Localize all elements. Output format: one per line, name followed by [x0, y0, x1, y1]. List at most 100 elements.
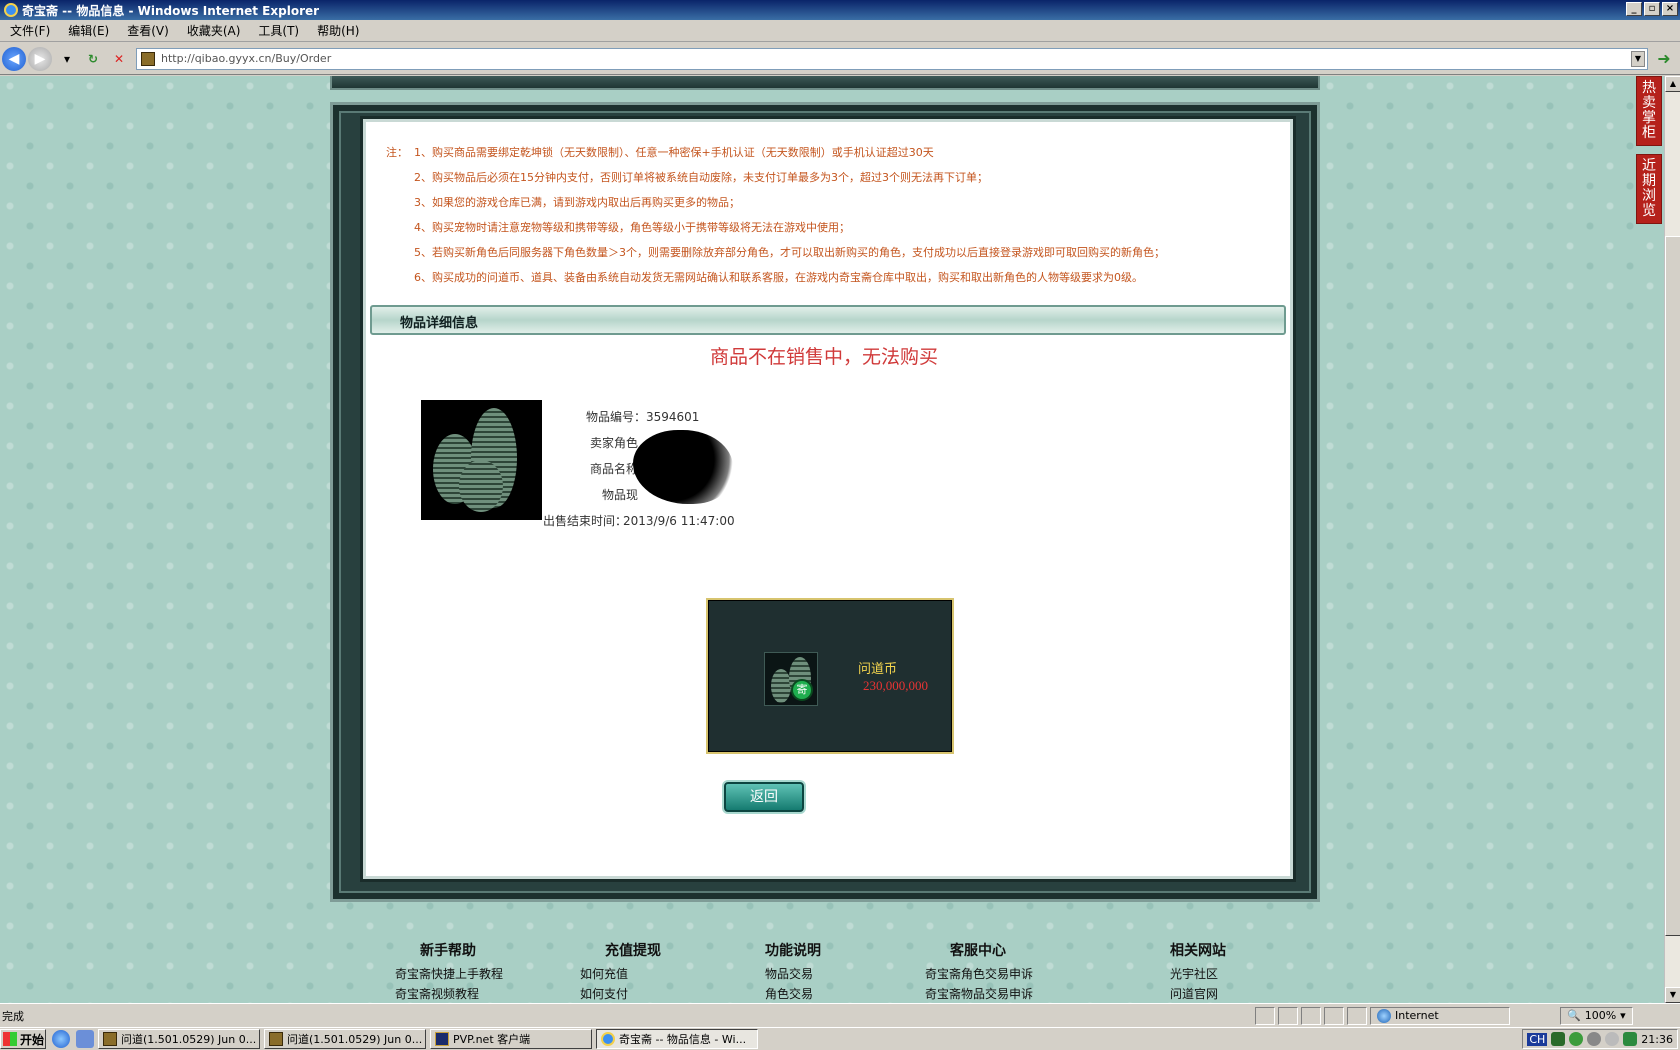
refresh-icon[interactable]: ↻: [83, 49, 103, 69]
scroll-thumb[interactable]: [1665, 236, 1680, 936]
site-favicon-icon: [141, 51, 155, 66]
scroll-down-icon[interactable]: ▼: [1665, 987, 1680, 1003]
status-segment: [1255, 1006, 1275, 1025]
start-button[interactable]: 开始: [0, 1029, 46, 1049]
tray-app-icon[interactable]: [1569, 1032, 1584, 1046]
purchase-notes: 注： 1、购买商品需要绑定乾坤锁（无天数限制）、任意一种密保+手机认证（无天数限制…: [386, 140, 1266, 290]
close-button[interactable]: ×: [1662, 2, 1678, 16]
footer-heading: 充值提现: [605, 943, 661, 959]
consign-badge: 寄: [791, 679, 813, 701]
stop-icon[interactable]: ✕: [109, 49, 129, 69]
quicklaunch-ie-icon[interactable]: [52, 1030, 70, 1048]
go-arrow-icon[interactable]: ➜: [1654, 49, 1674, 69]
note-line: 3、如果您的游戏仓库已满，请到游戏内取出后再购买更多的物品；: [414, 196, 740, 209]
menu-file[interactable]: 文件(F): [10, 22, 50, 39]
recently-viewed-tab[interactable]: 近期浏览: [1636, 154, 1662, 224]
minimize-button[interactable]: _: [1626, 2, 1642, 16]
coin-stack-shape: [771, 669, 791, 703]
taskbar-item[interactable]: 问道(1.501.0529) Jun 0...: [98, 1029, 260, 1049]
page-content: 注： 1、购买商品需要绑定乾坤锁（无天数限制）、任意一种密保+手机认证（无天数限制…: [0, 76, 1664, 1003]
side-tabs: 热卖掌柜 近期浏览: [1636, 76, 1662, 232]
footer-link[interactable]: 角色交易: [765, 984, 821, 1003]
footer-link[interactable]: 奇宝斋角色交易申诉: [925, 964, 1033, 984]
taskbar-item[interactable]: PVP.net 客户端: [430, 1029, 592, 1049]
start-label: 开始: [20, 1032, 45, 1047]
tray-app-icon[interactable]: [1605, 1032, 1620, 1046]
address-dropdown-icon[interactable]: ▼: [1631, 50, 1645, 67]
menu-tools[interactable]: 工具(T): [258, 22, 299, 39]
footer-link[interactable]: 奇宝斋快捷上手教程: [395, 964, 503, 984]
tray-app-icon[interactable]: [1551, 1032, 1566, 1046]
back-icon[interactable]: ◀: [2, 46, 26, 71]
title-bar: 奇宝斋 -- 物品信息 - Windows Internet Explorer …: [0, 0, 1680, 20]
ie-logo-icon: [4, 3, 18, 17]
windows-flag-icon: [3, 1032, 17, 1046]
status-segment: [1301, 1006, 1321, 1025]
language-indicator[interactable]: CH: [1527, 1032, 1548, 1046]
menu-edit[interactable]: 编辑(E): [68, 22, 109, 39]
status-bar: 完成 Internet 🔍 100% ▾: [0, 1003, 1680, 1027]
taskbar-item[interactable]: 问道(1.501.0529) Jun 0...: [264, 1029, 426, 1049]
system-tray: CH 21:36: [1522, 1029, 1678, 1049]
item-image: [421, 400, 542, 520]
item-status-label: 物品现: [601, 488, 638, 502]
footer-link[interactable]: 奇宝斋视频教程: [395, 984, 503, 1003]
address-input[interactable]: http://qibao.gyyx.cn/Buy/Order ▼: [136, 47, 1648, 70]
note-line: 2、购买物品后必须在15分钟内支付，否则订单将被系统自动废除，未支付订单最多为3…: [414, 171, 988, 184]
footer-link[interactable]: 物品交易: [765, 964, 821, 984]
zoom-control[interactable]: 🔍 100% ▾: [1560, 1006, 1633, 1025]
status-segment: [1324, 1006, 1344, 1025]
address-url: http://qibao.gyyx.cn/Buy/Order: [161, 52, 332, 65]
menu-bar: 文件(F) 编辑(E) 查看(V) 收藏夹(A) 工具(T) 帮助(H): [0, 20, 1680, 42]
zone-label: Internet: [1395, 1009, 1439, 1022]
footer-col-sites: 相关网站 光宇社区 问道官网: [1170, 940, 1226, 1003]
footer-link[interactable]: 如何支付: [580, 984, 661, 1003]
forward-icon[interactable]: ▶: [28, 46, 52, 71]
footer-heading: 功能说明: [765, 943, 821, 959]
hot-sellers-tab[interactable]: 热卖掌柜: [1636, 76, 1662, 146]
tray-app-icon[interactable]: [1587, 1032, 1602, 1046]
footer-col-help: 新手帮助 奇宝斋快捷上手教程 奇宝斋视频教程: [395, 940, 503, 1003]
window-title: 奇宝斋 -- 物品信息 - Windows Internet Explorer: [22, 3, 320, 18]
status-segment: [1278, 1006, 1298, 1025]
taskbar-item-active[interactable]: 奇宝斋 -- 物品信息 - Wi...: [596, 1029, 758, 1049]
back-button[interactable]: 返回: [724, 782, 804, 812]
menu-help[interactable]: 帮助(H): [317, 22, 359, 39]
clock[interactable]: 21:36: [1641, 1033, 1673, 1046]
order-panel-inner: 注： 1、购买商品需要绑定乾坤锁（无天数限制）、任意一种密保+手机认证（无天数限制…: [363, 119, 1293, 879]
security-zone[interactable]: Internet: [1370, 1006, 1510, 1025]
item-id-value: 3594601: [646, 410, 700, 424]
restore-button[interactable]: ▫: [1644, 2, 1660, 16]
game-icon: [269, 1032, 283, 1046]
tray-app-icon[interactable]: [1623, 1032, 1638, 1046]
task-label: 问道(1.501.0529) Jun 0...: [121, 1033, 257, 1046]
menu-favorites[interactable]: 收藏夹(A): [187, 22, 241, 39]
footer-link[interactable]: 光宇社区: [1170, 964, 1226, 984]
status-segment: [1347, 1006, 1367, 1025]
task-label: 奇宝斋 -- 物品信息 - Wi...: [619, 1033, 747, 1046]
notes-prefix: 注：: [386, 146, 408, 159]
footer-heading: 相关网站: [1170, 943, 1226, 959]
zoom-level: 100%: [1584, 1009, 1617, 1022]
game-icon: [103, 1032, 117, 1046]
note-line: 5、若购买新角色后同服务器下角色数量＞3个，则需要删除放弃部分角色，才可以取出新…: [414, 246, 1165, 259]
item-info-row: 出售结束时间：2013/9/6 11:47:00: [543, 508, 735, 534]
task-label: PVP.net 客户端: [453, 1033, 531, 1046]
history-dropdown-icon[interactable]: ▾: [57, 49, 77, 69]
footer-link[interactable]: 如何充值: [580, 964, 661, 984]
not-selling-message: 商品不在销售中，无法购买: [709, 346, 938, 368]
section-title: 物品详细信息: [400, 316, 479, 331]
quicklaunch-desktop-icon[interactable]: [76, 1030, 94, 1048]
footer-heading: 新手帮助: [420, 943, 476, 959]
note-text: 1、购买商品需要绑定乾坤锁（无天数限制）、任意一种密保+手机认证（无天数限制）或…: [414, 146, 934, 159]
item-info-row: 物品编号：3594601: [566, 404, 735, 430]
task-label: 问道(1.501.0529) Jun 0...: [287, 1033, 423, 1046]
footer-link[interactable]: 奇宝斋物品交易申诉: [925, 984, 1033, 1003]
zoom-dropdown-icon: ▾: [1620, 1009, 1626, 1022]
coin-stack-shape: [459, 460, 503, 512]
menu-view[interactable]: 查看(V): [127, 22, 169, 39]
footer-link[interactable]: 问道官网: [1170, 984, 1226, 1003]
vertical-scrollbar[interactable]: ▲ ▼: [1664, 76, 1680, 1003]
scroll-up-icon[interactable]: ▲: [1665, 76, 1680, 92]
note-line: 注： 1、购买商品需要绑定乾坤锁（无天数限制）、任意一种密保+手机认证（无天数限制…: [386, 140, 1266, 165]
